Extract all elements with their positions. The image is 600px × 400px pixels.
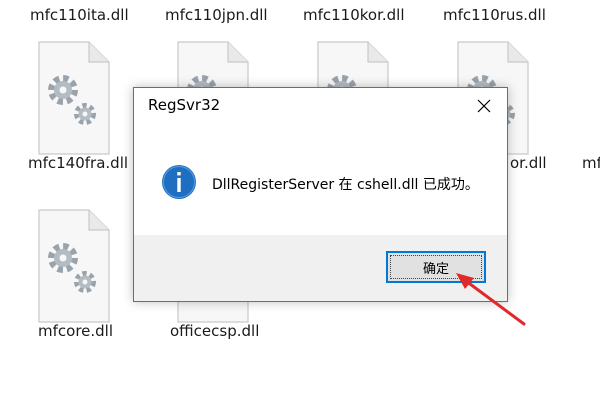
ok-button[interactable]: 确定	[386, 251, 486, 283]
dll-file-icon[interactable]	[33, 38, 113, 158]
close-button[interactable]	[461, 88, 507, 124]
file-label-mfc140fra[interactable]: mfc140fra.dll	[28, 154, 128, 172]
file-label-partial-mf[interactable]: mf	[582, 154, 600, 172]
file-label-mfc110ita[interactable]: mfc110ita.dll	[30, 6, 129, 24]
dll-file-icon[interactable]	[33, 206, 113, 326]
file-label-partial-or[interactable]: or.dll	[510, 154, 547, 172]
close-icon	[477, 99, 491, 113]
file-label-mfcore[interactable]: mfcore.dll	[38, 322, 113, 340]
info-icon	[161, 164, 197, 200]
file-label-mfc110jpn[interactable]: mfc110jpn.dll	[165, 6, 268, 24]
dialog-message: DllRegisterServer 在 cshell.dll 已成功。	[212, 177, 479, 193]
file-label-officecsp[interactable]: officecsp.dll	[170, 322, 259, 340]
regsvr32-dialog: RegSvr32 DllRegisterServer 在 cshell.dll …	[133, 87, 508, 302]
dialog-title: RegSvr32	[148, 96, 221, 114]
file-label-mfc110rus[interactable]: mfc110rus.dll	[443, 6, 546, 24]
file-label-mfc110kor[interactable]: mfc110kor.dll	[303, 6, 405, 24]
